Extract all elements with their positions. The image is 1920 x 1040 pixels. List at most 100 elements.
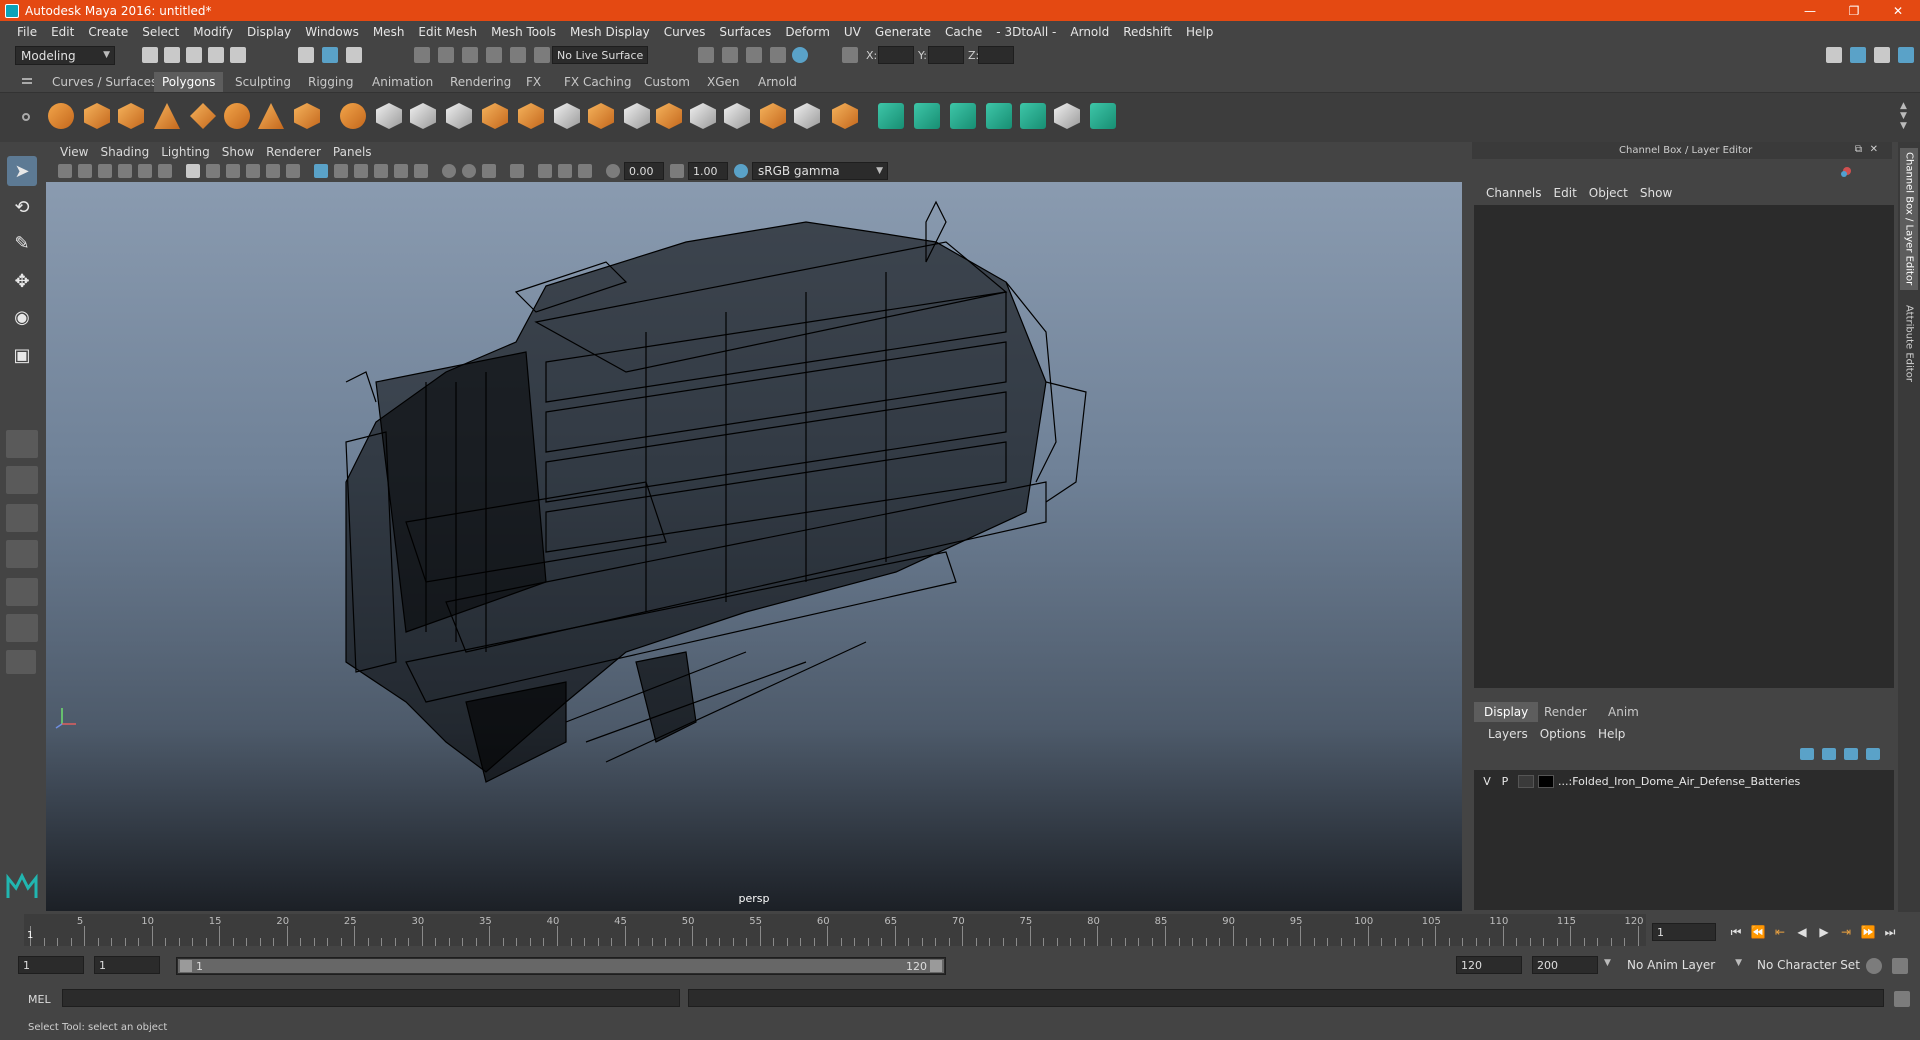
- animation-preferences-icon[interactable]: [1892, 958, 1908, 974]
- hypershade-icon[interactable]: [792, 47, 808, 63]
- snap-grid-icon[interactable]: [414, 47, 430, 63]
- resolution-gate-icon[interactable]: [226, 164, 240, 178]
- lasso-tool-icon[interactable]: ⟲: [7, 192, 37, 222]
- tab-xgen[interactable]: XGen: [699, 72, 748, 92]
- viewport-menu-renderer[interactable]: Renderer: [260, 145, 327, 159]
- y-coordinate-field[interactable]: [928, 46, 964, 64]
- 2d-pan-zoom-icon[interactable]: [138, 164, 152, 178]
- tab-display-layers[interactable]: Display: [1474, 702, 1539, 722]
- shelf-scroll-icon[interactable]: ▲ ▼ ▼: [1900, 101, 1907, 131]
- menu-arnold[interactable]: Arnold: [1063, 25, 1116, 39]
- poly-sphere-icon[interactable]: [48, 103, 74, 129]
- render-view-icon[interactable]: [698, 47, 714, 63]
- time-slider[interactable]: 5 10 15 20 25 30 35 40 45 50 55 60 65 70 75 80 85 90 95 100…: [24, 914, 1646, 946]
- minimize-button[interactable]: —: [1788, 0, 1832, 21]
- poly-plane-icon[interactable]: [190, 103, 216, 129]
- screen-space-ao-icon[interactable]: [442, 164, 456, 178]
- single-perspective-layout-icon[interactable]: [6, 430, 38, 458]
- menu-modify[interactable]: Modify: [186, 25, 240, 39]
- attribute-editor-toggle-icon[interactable]: [1874, 47, 1890, 63]
- boolean-icon[interactable]: [482, 103, 508, 129]
- persp-hypershade-layout-icon[interactable]: [6, 614, 38, 642]
- menu-display[interactable]: Display: [240, 25, 298, 39]
- tab-sculpting[interactable]: Sculpting: [227, 72, 299, 92]
- select-component-icon[interactable]: [346, 47, 362, 63]
- tab-polygons[interactable]: Polygons: [154, 72, 224, 92]
- menuset-dropdown[interactable]: Modeling ▼: [15, 46, 115, 65]
- use-all-lights-icon[interactable]: [394, 164, 408, 178]
- film-gate-icon[interactable]: [206, 164, 220, 178]
- menu-3dtoall[interactable]: - 3DtoAll -: [989, 25, 1063, 39]
- paint-select-tool-icon[interactable]: ✎: [7, 228, 37, 258]
- playback-end-field[interactable]: 120: [1456, 956, 1522, 974]
- snap-curve-icon[interactable]: [438, 47, 454, 63]
- animation-start-field[interactable]: 1: [18, 956, 84, 974]
- move-layer-down-icon[interactable]: [1822, 748, 1836, 760]
- bevel-icon[interactable]: [588, 103, 614, 129]
- channel-show-menu[interactable]: Show: [1634, 186, 1678, 200]
- menu-edit[interactable]: Edit: [44, 25, 81, 39]
- viewport-menu-panels[interactable]: Panels: [327, 145, 378, 159]
- shelf-options-icon[interactable]: [22, 113, 30, 121]
- anti-aliasing-icon[interactable]: [482, 164, 496, 178]
- script-editor-icon[interactable]: [1894, 991, 1910, 1007]
- view-transform-dropdown[interactable]: sRGB gamma ▼: [752, 162, 888, 180]
- save-scene-icon[interactable]: [186, 47, 202, 63]
- layer-playback-toggle[interactable]: P: [1496, 775, 1514, 788]
- make-live-icon[interactable]: [534, 47, 550, 63]
- camera-select-icon[interactable]: [58, 164, 72, 178]
- append-polygon-icon[interactable]: [624, 103, 650, 129]
- unfold-uv-icon[interactable]: [1090, 103, 1116, 129]
- separate-icon[interactable]: [376, 103, 402, 129]
- script-language-toggle[interactable]: MEL: [28, 993, 51, 1006]
- redo-icon[interactable]: [230, 47, 246, 63]
- tab-render-layers[interactable]: Render: [1534, 702, 1597, 722]
- render-frame-icon[interactable]: [722, 47, 738, 63]
- menu-create[interactable]: Create: [81, 25, 135, 39]
- exposure-field[interactable]: 0.00: [624, 162, 664, 180]
- viewport-menu-view[interactable]: View: [54, 145, 94, 159]
- channel-box-body[interactable]: [1474, 205, 1894, 688]
- channel-object-menu[interactable]: Object: [1583, 186, 1634, 200]
- center-pivot-icon[interactable]: [794, 103, 820, 129]
- layer-color-swatch[interactable]: [1538, 774, 1554, 788]
- multi-cut-icon[interactable]: [690, 103, 716, 129]
- poly-cone-icon[interactable]: [154, 103, 180, 129]
- tab-fx-caching[interactable]: FX Caching: [556, 72, 639, 92]
- grid-toggle-icon[interactable]: [186, 164, 200, 178]
- tab-rendering[interactable]: Rendering: [442, 72, 519, 92]
- snap-view-plane-icon[interactable]: [486, 47, 502, 63]
- gamma-field[interactable]: 1.00: [688, 162, 728, 180]
- grease-pencil-icon[interactable]: [158, 164, 172, 178]
- live-surface-field[interactable]: No Live Surface: [552, 46, 648, 64]
- channel-box-options-icon[interactable]: [1840, 164, 1854, 178]
- menu-mesh-tools[interactable]: Mesh Tools: [484, 25, 563, 39]
- delete-history-icon[interactable]: [832, 103, 858, 129]
- render-settings-icon[interactable]: [770, 47, 786, 63]
- layer-type-toggle[interactable]: [1518, 774, 1534, 788]
- poly-torus-icon[interactable]: [224, 103, 250, 129]
- current-frame-field[interactable]: 1: [1652, 923, 1716, 941]
- xray-components-icon[interactable]: [578, 164, 592, 178]
- shelf-menu-icon[interactable]: [22, 78, 32, 80]
- isolate-select-icon[interactable]: [510, 164, 524, 178]
- menu-uv[interactable]: UV: [837, 25, 868, 39]
- play-backwards-icon[interactable]: ◀: [1794, 924, 1810, 940]
- extrude-icon[interactable]: [518, 103, 544, 129]
- step-forward-frame-icon[interactable]: ⏩: [1860, 924, 1876, 940]
- viewport-menu-shading[interactable]: Shading: [94, 145, 155, 159]
- menu-mesh[interactable]: Mesh: [366, 25, 412, 39]
- xray-icon[interactable]: [538, 164, 552, 178]
- go-to-start-icon[interactable]: ⏮: [1728, 924, 1744, 940]
- gamma-icon[interactable]: [670, 164, 684, 178]
- snap-point-icon[interactable]: [462, 47, 478, 63]
- xray-joints-icon[interactable]: [558, 164, 572, 178]
- channel-box-toggle-icon[interactable]: [1898, 47, 1914, 63]
- tab-arnold[interactable]: Arnold: [750, 72, 805, 92]
- tab-curves-surfaces[interactable]: Curves / Surfaces: [44, 72, 165, 92]
- range-end-handle[interactable]: [930, 960, 942, 972]
- automatic-uv-icon[interactable]: [986, 103, 1012, 129]
- restore-button[interactable]: ❐: [1832, 0, 1876, 21]
- layers-menu[interactable]: Layers: [1482, 727, 1534, 741]
- step-back-frame-icon[interactable]: ⏪: [1750, 924, 1766, 940]
